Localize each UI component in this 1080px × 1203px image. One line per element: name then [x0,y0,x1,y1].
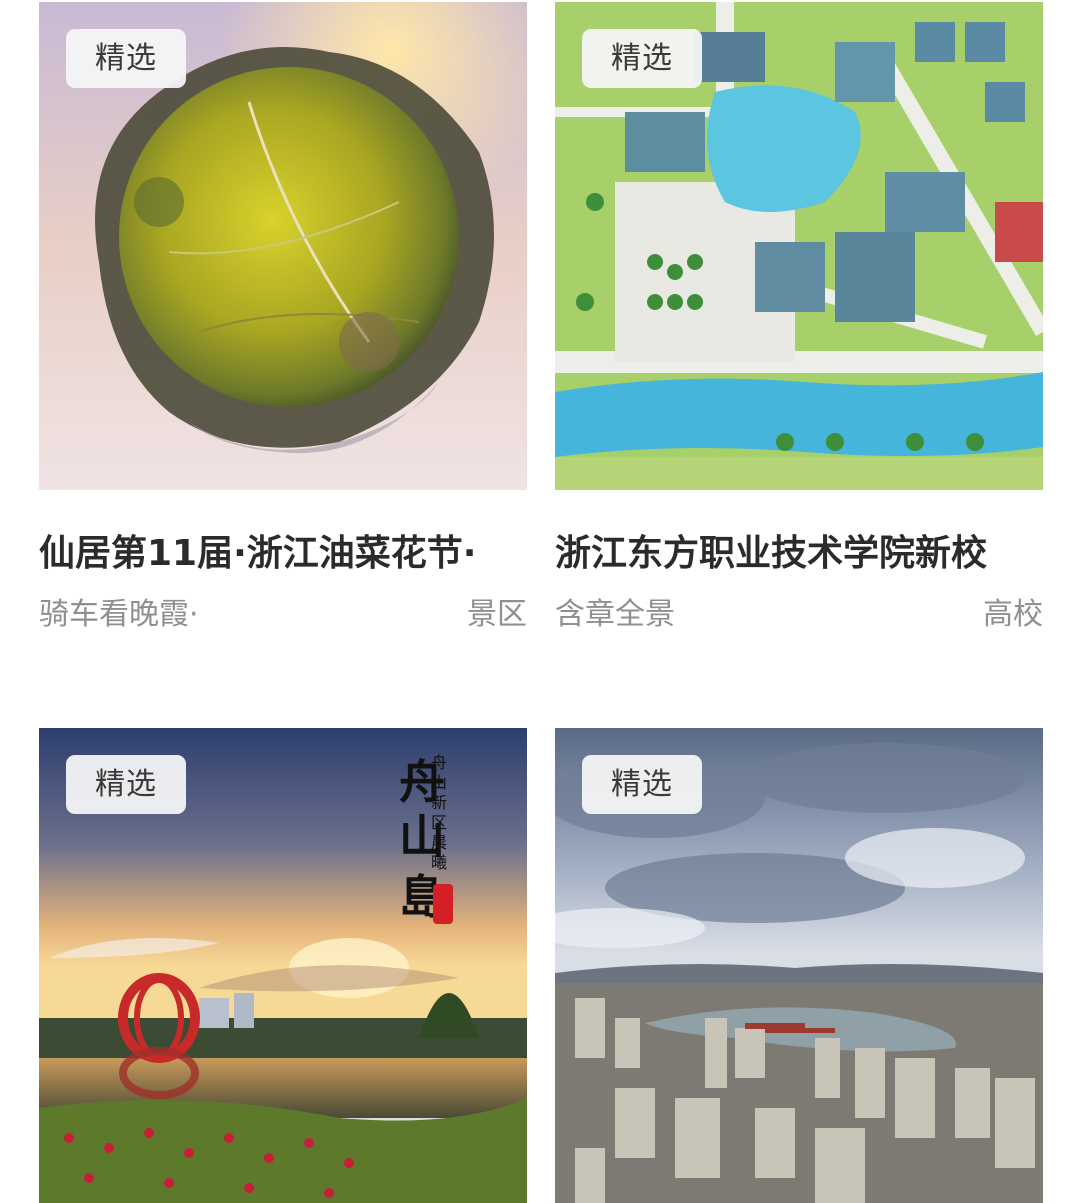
card-category: 景区 [467,597,527,632]
card-author[interactable]: 骑车看晚霞· [39,594,199,636]
svg-text:山: 山 [431,773,447,792]
panorama-card[interactable]: 精选 浙江东方职业技术学院新校 含章全景 高校 [555,2,1043,636]
featured-badge: 精选 [66,29,186,88]
panorama-grid: 精选 仙居第11届·浙江油菜花节· 骑车看晚霞· 景区 精选 浙江东方职业技术学… [0,0,1080,1203]
featured-badge: 精选 [66,755,186,814]
card-title[interactable]: 仙居第11届·浙江油菜花节· [39,530,527,578]
svg-text:舟: 舟 [431,753,447,772]
card-thumbnail[interactable]: 精选 [555,728,1043,1203]
featured-badge: 精选 [582,755,702,814]
card-meta: 骑车看晚霞· 景区 [39,594,527,636]
card-thumbnail[interactable]: 精选 [555,2,1043,490]
featured-badge: 精选 [582,29,702,88]
card-thumbnail[interactable]: 舟 山 島 舟山新 区晨曦 精选 [39,728,527,1203]
card-meta: 含章全景 高校 [555,594,1043,636]
svg-text:曦: 曦 [431,853,447,872]
panorama-card[interactable]: 精选 [555,728,1043,1203]
panorama-card[interactable]: 舟 山 島 舟山新 区晨曦 精选 [39,728,527,1203]
panorama-card[interactable]: 精选 仙居第11届·浙江油菜花节· 骑车看晚霞· 景区 [39,2,527,636]
svg-text:区: 区 [431,813,447,832]
card-author[interactable]: 含章全景 [555,594,675,636]
card-thumbnail[interactable]: 精选 [39,2,527,490]
card-category: 高校 [983,597,1043,632]
svg-text:新: 新 [431,793,447,812]
svg-text:晨: 晨 [431,833,447,852]
card-title[interactable]: 浙江东方职业技术学院新校 [555,530,1043,578]
